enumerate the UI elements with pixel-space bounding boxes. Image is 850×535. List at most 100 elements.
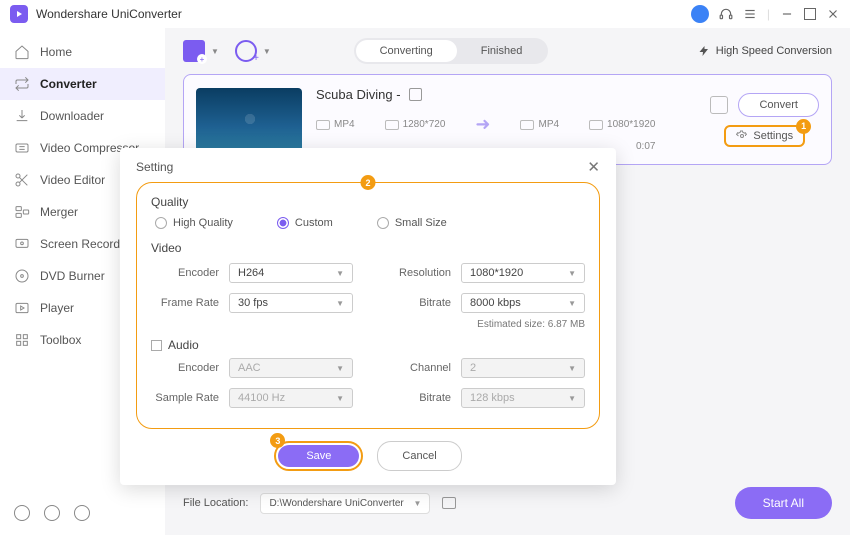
help-icon[interactable] [14,505,30,521]
sidebar-item-downloader[interactable]: Downloader [0,100,165,132]
add-url-button[interactable] [235,40,257,62]
window-separator: | [767,7,770,21]
chevron-down-icon: ▼ [568,269,576,278]
audio-channel-select[interactable]: 2▼ [461,358,585,378]
cancel-button[interactable]: Cancel [377,441,461,471]
output-settings-icon[interactable] [710,96,728,114]
audio-encoder-label: Encoder [151,362,229,374]
edit-icon[interactable] [409,88,422,101]
video-resolution-select[interactable]: 1080*1920 ▼ [461,263,585,283]
sidebar-label: Screen Recorder [40,237,131,251]
chevron-down-icon: ▼ [568,394,576,403]
radio-small-size[interactable]: Small Size [377,217,447,229]
start-all-button[interactable]: Start All [735,487,832,519]
chevron-down-icon[interactable]: ▼ [263,47,271,56]
callout-1: 1 [796,119,811,134]
high-speed-label: High Speed Conversion [716,45,832,57]
play-icon [14,300,30,316]
radio-label: High Quality [173,217,233,229]
sidebar-label: Converter [40,77,97,91]
minimize-icon[interactable] [780,7,794,21]
app-logo [10,5,28,23]
file-location-select[interactable]: D:\Wondershare UniConverter▼ [260,493,430,514]
chevron-down-icon[interactable]: ▼ [211,47,219,56]
select-value: AAC [238,362,261,374]
video-encoder-select[interactable]: H264 ▼ [229,263,353,283]
radio-icon [377,217,389,229]
feedback-icon[interactable] [74,505,90,521]
arrow-right-icon: ➜ [475,114,490,135]
folder-icon[interactable] [442,497,456,509]
modal-title: Setting [136,160,173,174]
sidebar-label: Merger [40,205,78,219]
sidebar-item-home[interactable]: Home [0,36,165,68]
chevron-down-icon: ▼ [568,364,576,373]
headset-icon[interactable] [719,7,733,21]
tab-finished[interactable]: Finished [457,40,547,62]
duration: 0:07 [636,141,655,152]
audio-samplerate-select[interactable]: 44100 Hz ▼ [229,388,353,408]
video-framerate-select[interactable]: 30 fps▼ [229,293,353,313]
resolution-icon [385,120,399,130]
video-thumbnail[interactable] [196,88,302,152]
gear-icon [736,130,748,142]
audio-samplerate-label: Sample Rate [151,392,229,404]
audio-section-label: Audio [168,338,199,352]
chevron-down-icon: ▼ [336,364,344,373]
convert-button[interactable]: Convert [738,93,819,117]
sidebar-label: Player [40,301,74,315]
close-icon[interactable]: ✕ [587,158,600,176]
radio-icon [277,217,289,229]
app-name: Wondershare UniConverter [36,7,182,21]
high-speed-toggle[interactable]: High Speed Conversion [698,45,832,57]
select-value: 44100 Hz [238,392,285,404]
settings-modal: Setting ✕ 2 Quality High Quality Custom … [120,148,616,485]
select-value: 1080*1920 [470,267,523,279]
audio-bitrate-select[interactable]: 128 kbps ▼ [461,388,585,408]
sidebar-label: Home [40,45,72,59]
maximize-icon[interactable] [804,8,816,20]
add-file-button[interactable] [183,40,205,62]
menu-icon[interactable] [743,7,757,21]
radio-high-quality[interactable]: High Quality [155,217,233,229]
select-value: 128 kbps [470,392,515,404]
select-value: 2 [470,362,476,374]
sidebar-item-converter[interactable]: Converter [0,68,165,100]
audio-checkbox[interactable] [151,340,162,351]
video-bitrate-select[interactable]: 8000 kbps▼ [461,293,585,313]
sidebar-label: DVD Burner [40,269,105,283]
close-icon[interactable] [826,7,840,21]
audio-encoder-select[interactable]: AAC ▼ [229,358,353,378]
select-value: 30 fps [238,297,268,309]
video-icon [316,120,330,130]
settings-button[interactable]: Settings 1 [724,125,805,147]
resolution-icon [589,120,603,130]
bolt-icon [698,45,710,57]
converter-icon [14,76,30,92]
status-tabs: Converting Finished [354,38,549,64]
video-icon [520,120,534,130]
merge-icon [14,204,30,220]
settings-label: Settings [753,130,793,142]
chevron-down-icon: ▼ [336,269,344,278]
chevron-down-icon: ▼ [336,394,344,403]
record-icon [14,236,30,252]
callout-2: 2 [361,175,376,190]
sidebar-label: Video Editor [40,173,105,187]
radio-custom[interactable]: Custom [277,217,333,229]
media-title: Scuba Diving - [316,87,401,102]
estimated-size: Estimated size: 6.87 MB [383,319,585,330]
radio-label: Small Size [395,217,447,229]
dst-resolution: 1080*1920 [607,119,655,130]
dst-format: MP4 [538,119,559,130]
user-avatar[interactable] [691,5,709,23]
tab-converting[interactable]: Converting [356,40,457,62]
audio-bitrate-label: Bitrate [383,392,461,404]
select-value: H264 [238,267,264,279]
notification-icon[interactable] [44,505,60,521]
video-bitrate-label: Bitrate [383,297,461,309]
scissors-icon [14,172,30,188]
save-button[interactable]: Save [278,445,359,467]
video-section-label: Video [151,241,585,255]
audio-channel-label: Channel [383,362,461,374]
